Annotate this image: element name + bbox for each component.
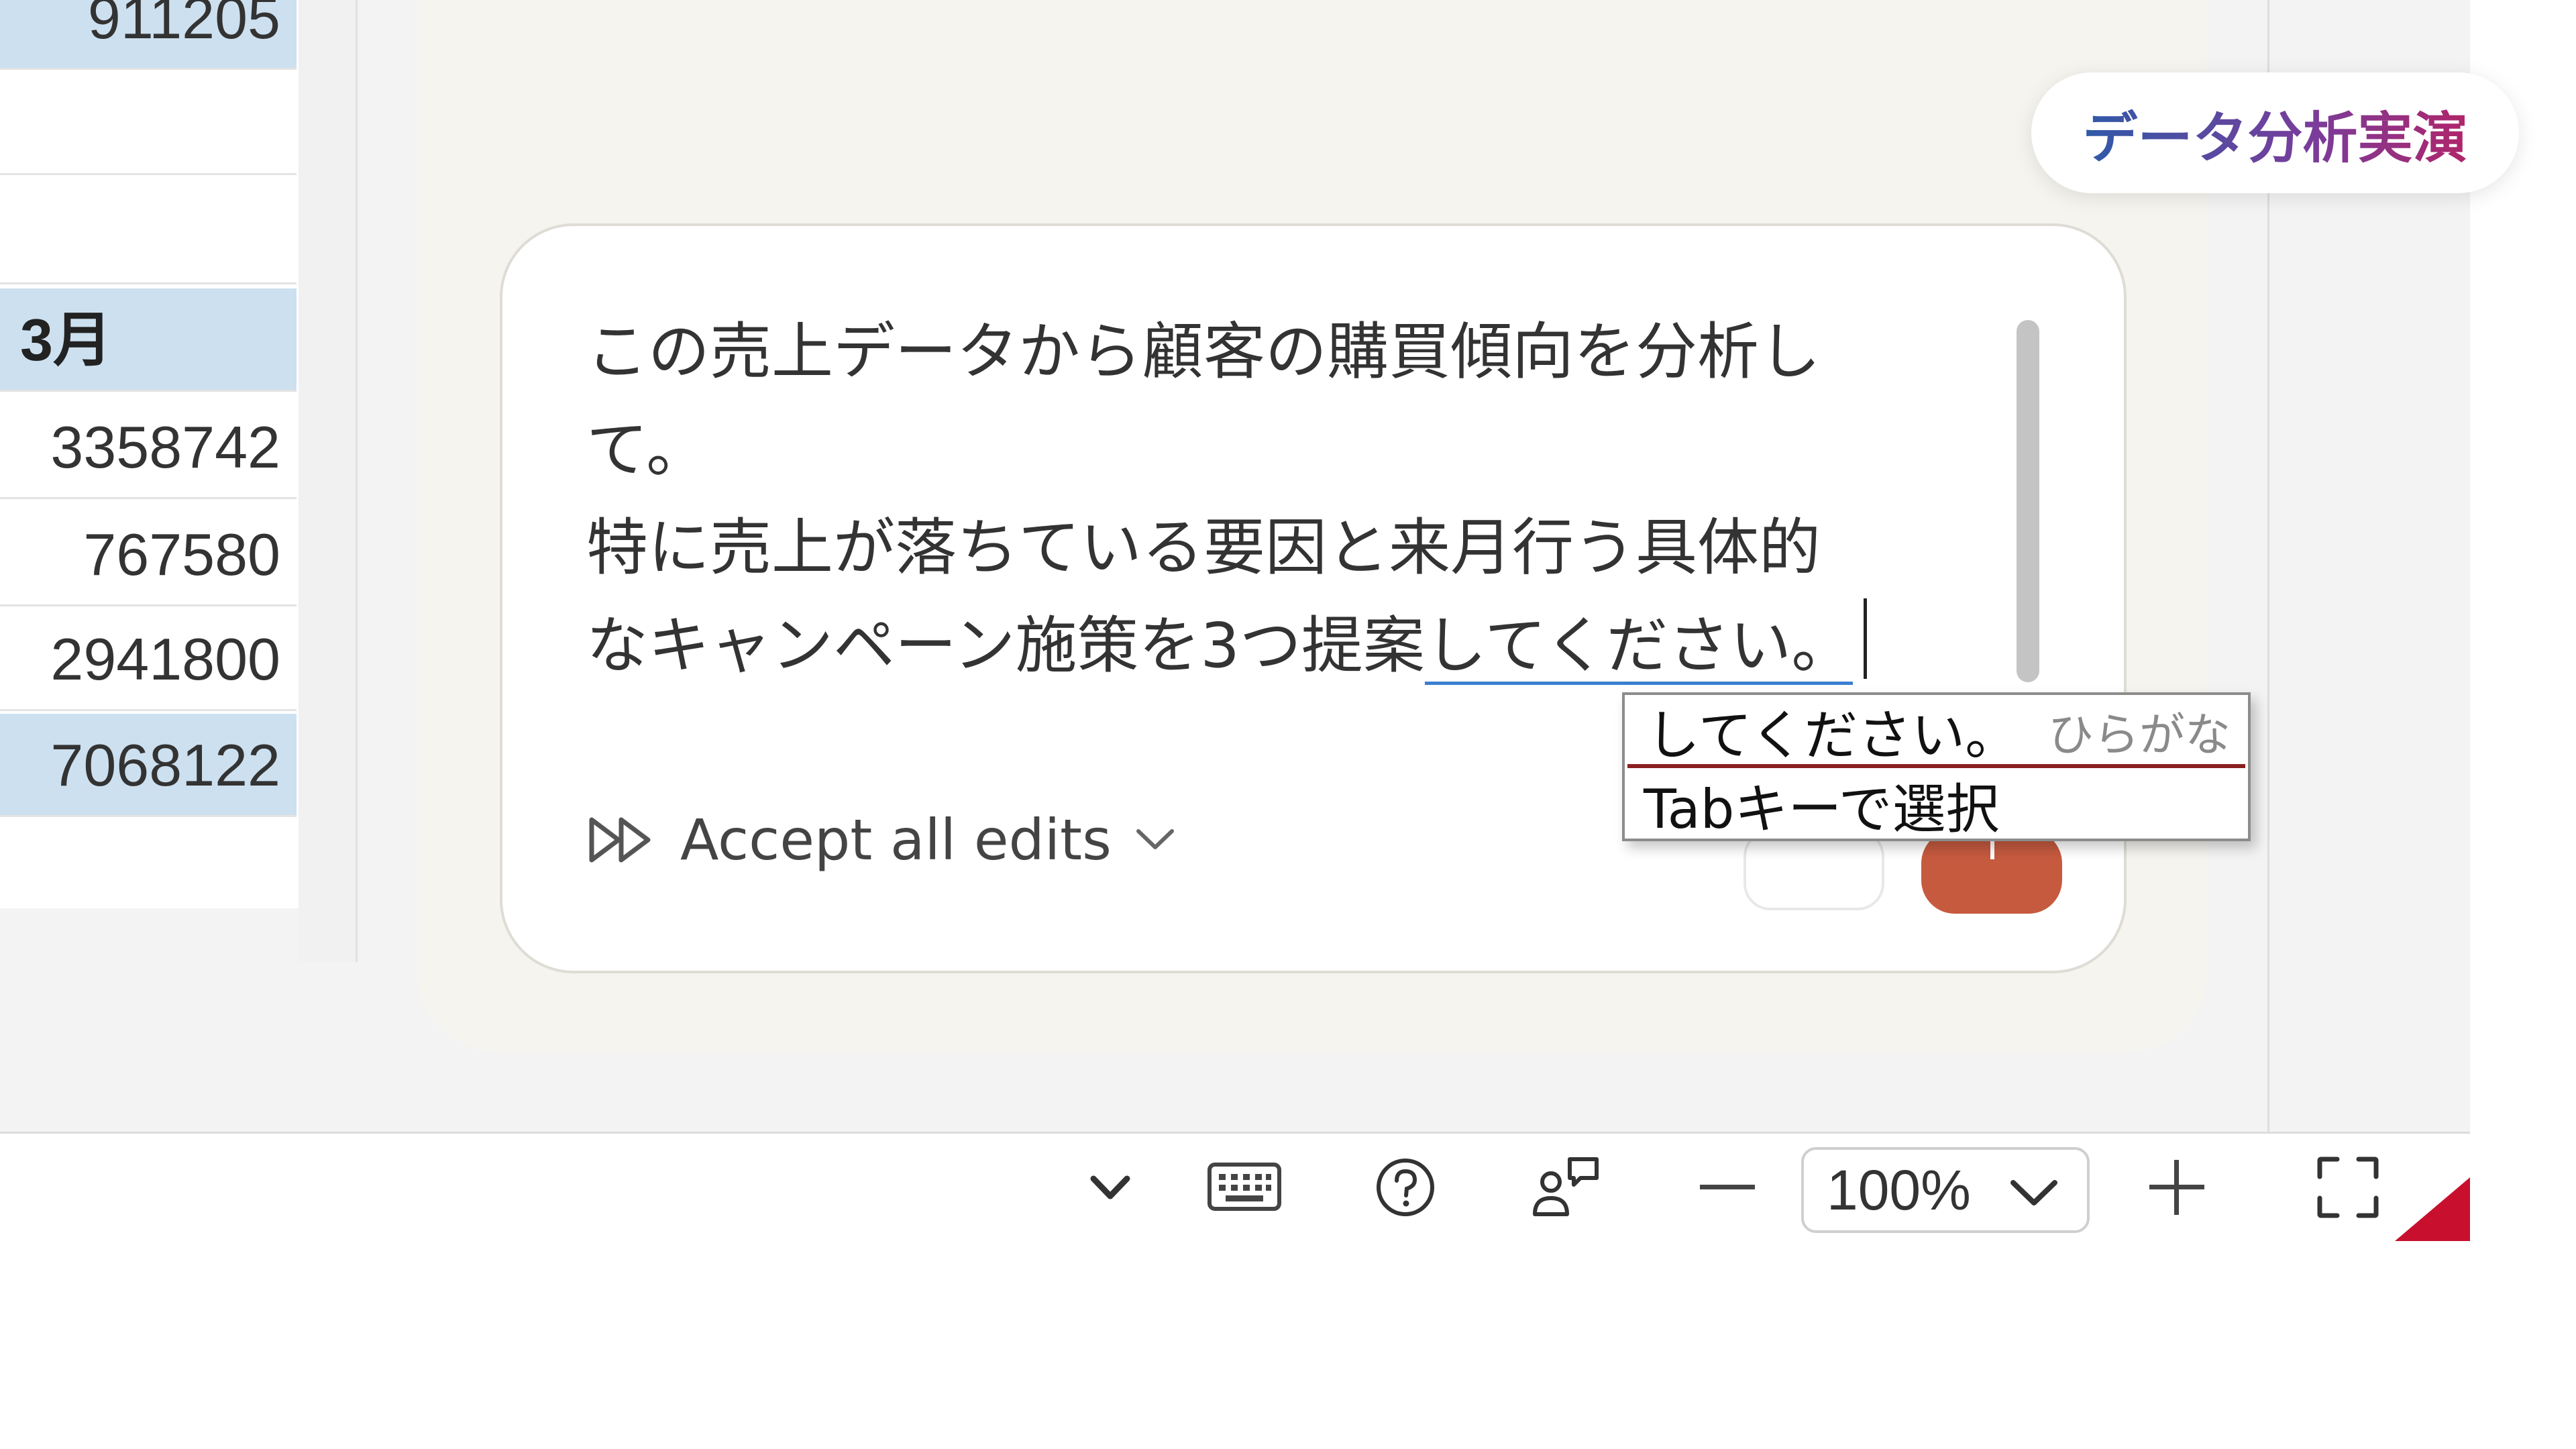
sheet-cell[interactable] (0, 181, 297, 284)
sheet-cell[interactable]: 2941800 (0, 608, 297, 711)
prompt-line: この売上データから顧客の購買傾向を分析し (586, 316, 1821, 388)
sheet-cell[interactable] (0, 820, 297, 923)
sheet-cell[interactable]: 767580 (0, 503, 297, 606)
chat-input-box[interactable]: この売上データから顧客の購買傾向を分析し て。 特に売上が落ちている要因と来月行… (500, 223, 2127, 973)
sheet-header-cell[interactable]: 3月 (0, 288, 297, 392)
prompt-line: なキャンペーン施策を3つ提案してください。 (586, 597, 2008, 695)
chevron-down-icon[interactable] (1073, 1134, 1147, 1241)
ime-candidate-popup: してください。 ひらがな Tabキーで選択 (1622, 692, 2251, 841)
prompt-line: 特に売上が落ちている要因と来月行う具体的 (586, 512, 1821, 584)
sheet-gutter (299, 0, 358, 962)
ime-candidate-text: してください。 (1646, 704, 2019, 767)
sheet-cell[interactable]: 7068122 (0, 714, 297, 817)
ime-hint: Tabキーで選択 (1644, 778, 2000, 841)
prompt-line: て。 (586, 414, 708, 486)
help-icon[interactable] (1365, 1134, 1446, 1241)
accept-label: Accept all edits (680, 807, 1112, 873)
text-caret (1864, 598, 1868, 679)
composition-text: してください。 (1424, 610, 1854, 685)
fullscreen-icon[interactable] (2304, 1134, 2392, 1241)
chevron-down-icon (1132, 823, 1179, 857)
prompt-text[interactable]: この売上データから顧客の購買傾向を分析し て。 特に売上が落ちている要因と来月行… (586, 303, 2008, 695)
title-badge: データ分析実演 (2031, 72, 2519, 193)
zoom-in-icon[interactable] (2133, 1134, 2220, 1241)
accept-all-edits-dropdown[interactable]: Accept all edits (586, 800, 1179, 880)
ime-candidate-row[interactable]: してください。 ひらがな (1627, 698, 2245, 768)
fast-forward-icon (586, 813, 660, 867)
prompt-committed-text: なキャンペーン施策を3つ提案 (586, 610, 1425, 682)
keyboard-icon[interactable] (1201, 1134, 1288, 1241)
badge-label: データ分析実演 (2082, 93, 2467, 173)
zoom-level: 100% (1827, 1158, 1971, 1222)
status-bar: 100% (0, 1132, 2470, 1241)
zoom-out-icon[interactable] (1684, 1134, 1771, 1241)
feedback-icon[interactable] (1523, 1134, 1610, 1241)
spreadsheet-column: 911205 3月 3358742 767580 2941800 7068122 (0, 0, 301, 908)
zoom-select[interactable]: 100% (1801, 1147, 2090, 1233)
sheet-cell[interactable] (0, 72, 297, 175)
ime-input-mode: ひらがな (2047, 709, 2231, 762)
chevron-down-icon (2008, 1158, 2060, 1223)
sheet-cell[interactable]: 3358742 (0, 396, 297, 499)
scrollbar-thumb[interactable] (2017, 320, 2039, 682)
sheet-cell[interactable]: 911205 (0, 0, 297, 70)
